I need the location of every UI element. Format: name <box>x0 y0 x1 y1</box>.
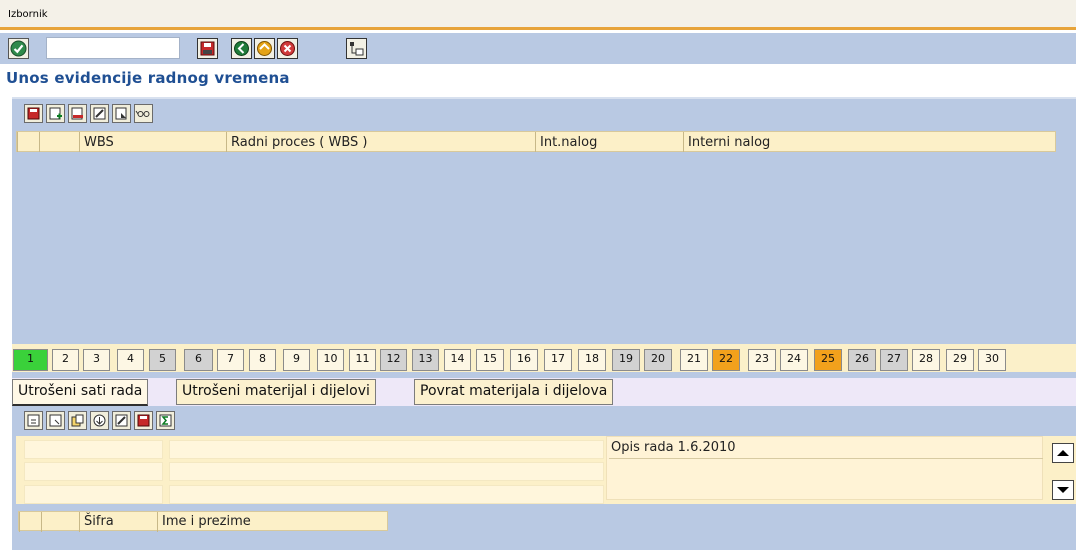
detail-cell[interactable] <box>24 462 163 481</box>
day-tab-9[interactable]: 9 <box>283 349 310 371</box>
col-radni-proces[interactable]: Radni proces ( WBS ) <box>226 132 540 153</box>
save-row-icon[interactable] <box>24 104 43 123</box>
day-tab-26[interactable]: 26 <box>848 349 876 371</box>
add-row-icon[interactable] <box>46 104 65 123</box>
day-tab-7[interactable]: 7 <box>217 349 244 371</box>
panel-top-line <box>12 97 1076 99</box>
description-label: Opis rada 1.6.2010 <box>611 440 736 455</box>
day-tab-11[interactable]: 11 <box>349 349 376 371</box>
day-tab-12[interactable]: 12 <box>380 349 407 371</box>
description-underline <box>609 458 1043 459</box>
scroll-up-icon[interactable] <box>1052 443 1074 463</box>
day-tab-6[interactable]: 6 <box>184 349 213 371</box>
day-tab-5[interactable]: 5 <box>149 349 176 371</box>
day-tab-29[interactable]: 29 <box>946 349 974 371</box>
confirm-icon[interactable] <box>8 38 29 59</box>
upper-grid-body <box>16 152 1056 340</box>
day-tab-23[interactable]: 23 <box>748 349 776 371</box>
day-tab-10[interactable]: 10 <box>317 349 344 371</box>
hierarchy-icon[interactable] <box>346 38 367 59</box>
day-tab-14[interactable]: 14 <box>444 349 471 371</box>
day-tab-8[interactable]: 8 <box>249 349 276 371</box>
day-tab-16[interactable]: 16 <box>510 349 538 371</box>
detail-cell[interactable] <box>169 440 604 459</box>
download-icon[interactable] <box>90 411 109 430</box>
day-tab-3[interactable]: 3 <box>83 349 110 371</box>
lower-grid-header: Šifra Ime i prezime <box>18 511 388 532</box>
upper-grid-header: WBS Radni proces ( WBS ) Int.nalog Inter… <box>16 131 1056 153</box>
day-tab-20[interactable]: 20 <box>644 349 672 371</box>
menu-bar: Izbornik <box>0 0 1076 30</box>
blank-column-header <box>39 132 84 153</box>
exit-icon[interactable] <box>254 38 275 59</box>
tab-povrat-materijala[interactable]: Povrat materijala i dijelova <box>414 379 614 405</box>
col-int-nalog[interactable]: Int.nalog <box>535 132 688 153</box>
save-icon[interactable] <box>197 38 218 59</box>
edit-icon[interactable] <box>90 104 109 123</box>
day-tab-2[interactable]: 2 <box>52 349 79 371</box>
day-tab-21[interactable]: 21 <box>680 349 708 371</box>
day-tab-17[interactable]: 17 <box>544 349 572 371</box>
back-icon[interactable] <box>231 38 252 59</box>
day-tab-18[interactable]: 18 <box>578 349 606 371</box>
day-tab-30[interactable]: 30 <box>978 349 1006 371</box>
edit-detail-icon[interactable] <box>112 411 131 430</box>
insert-icon[interactable] <box>24 411 43 430</box>
col-interni-nalog[interactable]: Interni nalog <box>683 132 1062 153</box>
cancel-icon[interactable] <box>277 38 298 59</box>
day-tab-25[interactable]: 25 <box>814 349 842 371</box>
day-tab-27[interactable]: 27 <box>880 349 908 371</box>
day-tab-15[interactable]: 15 <box>476 349 504 371</box>
delete-row-icon[interactable] <box>68 104 87 123</box>
save-detail-icon[interactable] <box>134 411 153 430</box>
copy-row-icon[interactable] <box>112 104 131 123</box>
copy-icon[interactable] <box>68 411 87 430</box>
detail-cell[interactable] <box>24 485 163 504</box>
day-tab-13[interactable]: 13 <box>412 349 439 371</box>
day-tab-28[interactable]: 28 <box>912 349 940 371</box>
col-sifra[interactable]: Šifra <box>79 512 162 532</box>
page-title: Unos evidencije radnog vremena <box>6 69 290 87</box>
detail-cell[interactable] <box>169 462 604 481</box>
detail-cell[interactable] <box>169 485 604 504</box>
day-tab-24[interactable]: 24 <box>780 349 808 371</box>
command-field[interactable] <box>46 37 180 59</box>
document-icon[interactable] <box>46 411 65 430</box>
scroll-down-icon[interactable] <box>1052 480 1074 500</box>
sum-icon[interactable] <box>156 411 175 430</box>
lower-blank-header <box>41 512 84 532</box>
menu-label[interactable]: Izbornik <box>8 9 48 20</box>
detail-cell[interactable] <box>24 440 163 459</box>
day-tab-22[interactable]: 22 <box>712 349 740 371</box>
col-ime-prezime[interactable]: Ime i prezime <box>157 512 394 532</box>
day-tab-4[interactable]: 4 <box>117 349 144 371</box>
tab-utroseni-materijal[interactable]: Utrošeni materijal i dijelovi <box>176 379 376 405</box>
glasses-icon[interactable] <box>134 104 153 123</box>
day-tab-1[interactable]: 1 <box>13 349 48 371</box>
day-tab-19[interactable]: 19 <box>612 349 640 371</box>
tab-utroseni-sati[interactable]: Utrošeni sati rada <box>12 379 149 406</box>
col-wbs[interactable]: WBS <box>79 132 231 153</box>
